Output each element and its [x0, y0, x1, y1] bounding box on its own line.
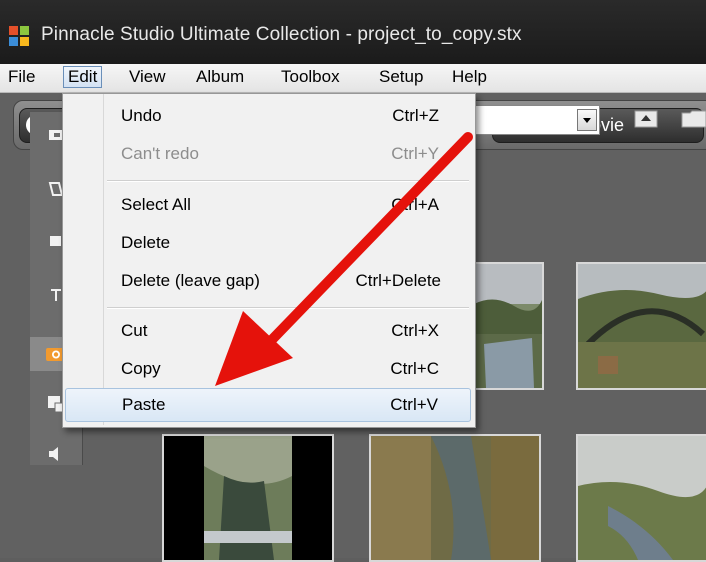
menu-item-select-all[interactable]: Select All Ctrl+A: [65, 189, 471, 223]
menu-item-undo[interactable]: Undo Ctrl+Z: [65, 100, 471, 134]
menu-item-label: Paste: [122, 395, 166, 414]
menu-item-label: Select All: [121, 195, 191, 214]
menu-item-redo: Can't redo Ctrl+Y: [65, 138, 471, 172]
up-folder-icon: [634, 110, 658, 128]
menu-item-label: Delete: [121, 233, 171, 252]
photo-thumbnail[interactable]: [162, 434, 334, 562]
menu-item-label: Can't redo: [121, 144, 199, 163]
menu-edit[interactable]: Edit: [63, 66, 103, 88]
menu-album[interactable]: Album: [192, 66, 248, 88]
photo-thumbnail[interactable]: [576, 434, 706, 562]
menu-item-delete[interactable]: Delete: [65, 227, 471, 261]
menu-item-paste[interactable]: Paste Ctrl+V: [65, 388, 471, 422]
menu-setup[interactable]: Setup: [375, 66, 427, 88]
menu-item-cut[interactable]: Cut Ctrl+X: [65, 315, 471, 349]
menu-help[interactable]: Help: [448, 66, 491, 88]
menu-view[interactable]: View: [125, 66, 170, 88]
menu-bar: File Edit View Album Toolbox Setup Help: [0, 64, 706, 93]
menu-item-shortcut: Ctrl+C: [390, 359, 439, 378]
speaker-icon: [49, 447, 58, 461]
dropdown-arrow-icon[interactable]: [577, 109, 597, 131]
menu-separator: [107, 180, 469, 182]
menu-item-shortcut: Ctrl+Delete: [355, 271, 441, 290]
up-folder-button[interactable]: [634, 108, 660, 130]
folder-icon: [681, 110, 706, 128]
menu-item-shortcut: Ctrl+X: [391, 321, 439, 340]
menu-item-shortcut: Ctrl+A: [391, 195, 439, 214]
menu-item-shortcut: Ctrl+Z: [392, 106, 439, 125]
menu-item-label: Cut: [121, 321, 148, 340]
title-bar: Pinnacle Studio Ultimate Collection - pr…: [0, 0, 706, 64]
menu-file[interactable]: File: [4, 66, 39, 88]
folder-button[interactable]: [681, 108, 706, 130]
photo-thumbnail[interactable]: [369, 434, 541, 562]
menu-item-copy[interactable]: Copy Ctrl+C: [65, 353, 471, 387]
photo-thumbnail[interactable]: [472, 262, 544, 390]
window-title: Pinnacle Studio Ultimate Collection - pr…: [41, 24, 522, 45]
edit-menu-dropdown: Undo Ctrl+Z Can't redo Ctrl+Y Select All…: [62, 93, 476, 428]
menu-item-label: Undo: [121, 106, 162, 125]
album-folder-dropdown[interactable]: [475, 105, 600, 135]
photo-thumbnail[interactable]: [576, 262, 706, 390]
menu-item-label: Delete (leave gap): [121, 271, 260, 290]
menu-item-shortcut: Ctrl+Y: [391, 144, 439, 163]
menu-separator: [107, 307, 469, 309]
app-logo-icon: [9, 26, 29, 46]
menu-toolbox[interactable]: Toolbox: [277, 66, 344, 88]
menu-item-shortcut: Ctrl+V: [390, 395, 438, 414]
menu-item-label: Copy: [121, 359, 161, 378]
rail-sound-button[interactable]: [30, 437, 82, 471]
menu-item-delete-leave-gap[interactable]: Delete (leave gap) Ctrl+Delete: [65, 265, 471, 299]
